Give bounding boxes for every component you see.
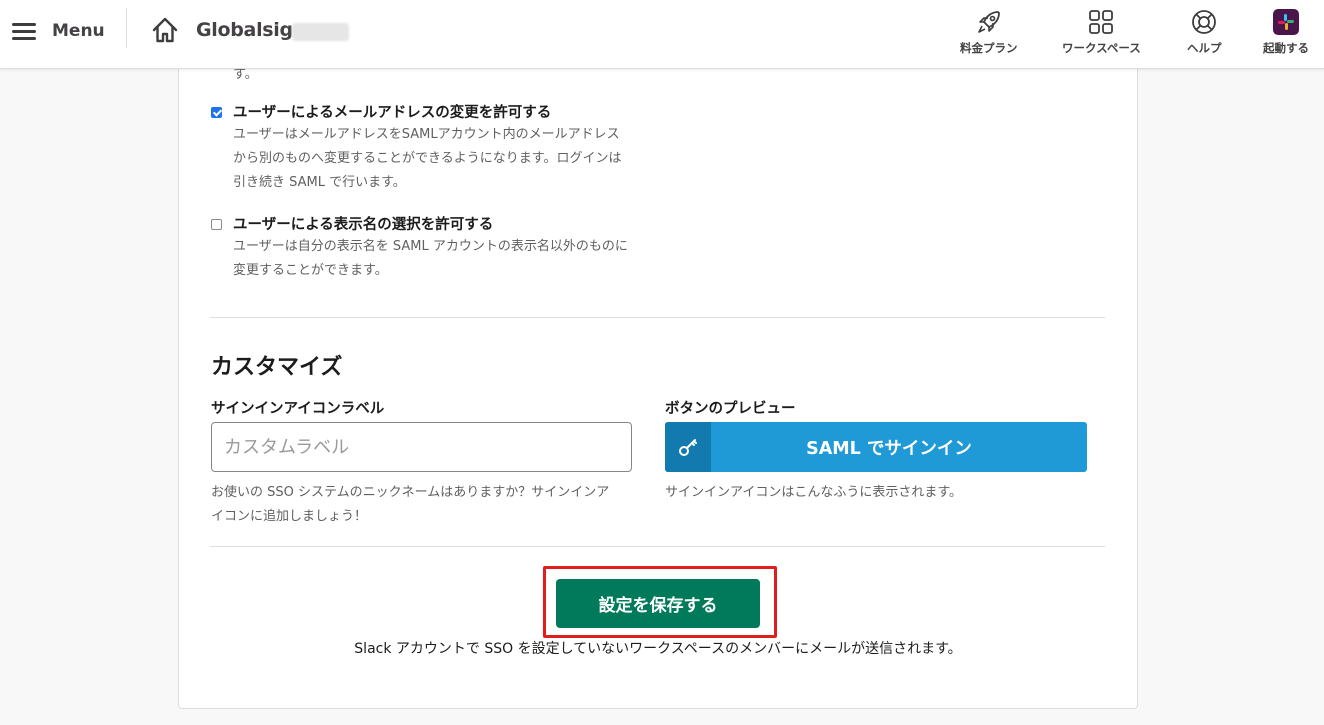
signin-label-input[interactable] <box>211 422 632 472</box>
key-icon <box>665 422 711 472</box>
menu-label: Menu <box>52 21 105 41</box>
email-change-description: ユーザーはメールアドレスをSAMLアカウント内のメールアドレスから別のものへ変更… <box>233 127 622 190</box>
preview-heading: ボタンのプレビュー <box>665 401 796 417</box>
nav-launch-label: 起動する <box>1263 41 1309 55</box>
customize-title: カスタマイズ <box>211 355 343 380</box>
save-note: Slack アカウントで SSO を設定していないワークスペースのメンバーにメー… <box>354 641 962 657</box>
nav-launch[interactable]: 起動する <box>1263 8 1309 60</box>
signin-label-heading: サインインアイコンラベル <box>211 401 385 417</box>
header-divider <box>126 8 127 48</box>
preview-help: サインインアイコンはこんなふうに表示されます。 <box>665 485 963 500</box>
top-bar: Menu Globalsign 料金プラン ワークスペース ヘルプ 起動する <box>0 0 1324 69</box>
home-icon[interactable] <box>151 16 179 44</box>
actions-divider <box>210 546 1105 547</box>
nav-help[interactable]: ヘルプ <box>1187 8 1222 60</box>
hamburger-icon <box>12 22 36 40</box>
display-name-title[interactable]: ユーザーによる表示名の選択を許可する <box>233 213 493 234</box>
nav-workspaces[interactable]: ワークスペース <box>1062 8 1141 60</box>
display-name-checkbox[interactable] <box>211 219 222 230</box>
saml-signin-text: SAML でサインイン <box>806 438 972 459</box>
workspace-name[interactable]: Globalsign <box>196 19 306 41</box>
nav-help-label: ヘルプ <box>1187 41 1222 55</box>
nav-workspaces-label: ワークスペース <box>1062 41 1141 55</box>
lifebuoy-icon <box>1190 8 1218 36</box>
grid-icon <box>1087 8 1115 36</box>
slack-logo-icon <box>1272 8 1300 36</box>
section-divider <box>210 317 1105 318</box>
signin-label-help: お使いの SSO システムのニックネームはありますか？サインインアイコンに追加し… <box>211 485 610 524</box>
nav-pricing[interactable]: 料金プラン <box>960 8 1018 60</box>
email-change-checkbox[interactable] <box>211 107 222 118</box>
display-name-description: ユーザーは自分の表示名を SAML アカウントの表示名以外のものに変更することが… <box>233 239 628 278</box>
rocket-icon <box>975 8 1003 36</box>
email-change-title[interactable]: ユーザーによるメールアドレスの変更を許可する <box>233 101 551 122</box>
nav-pricing-label: 料金プラン <box>960 41 1018 55</box>
workspace-name-redacted <box>292 23 349 41</box>
menu-button[interactable]: Menu <box>12 18 105 44</box>
save-settings-button[interactable]: 設定を保存する <box>556 579 760 628</box>
saml-signin-preview-button[interactable]: SAML でサインイン <box>665 422 1087 472</box>
